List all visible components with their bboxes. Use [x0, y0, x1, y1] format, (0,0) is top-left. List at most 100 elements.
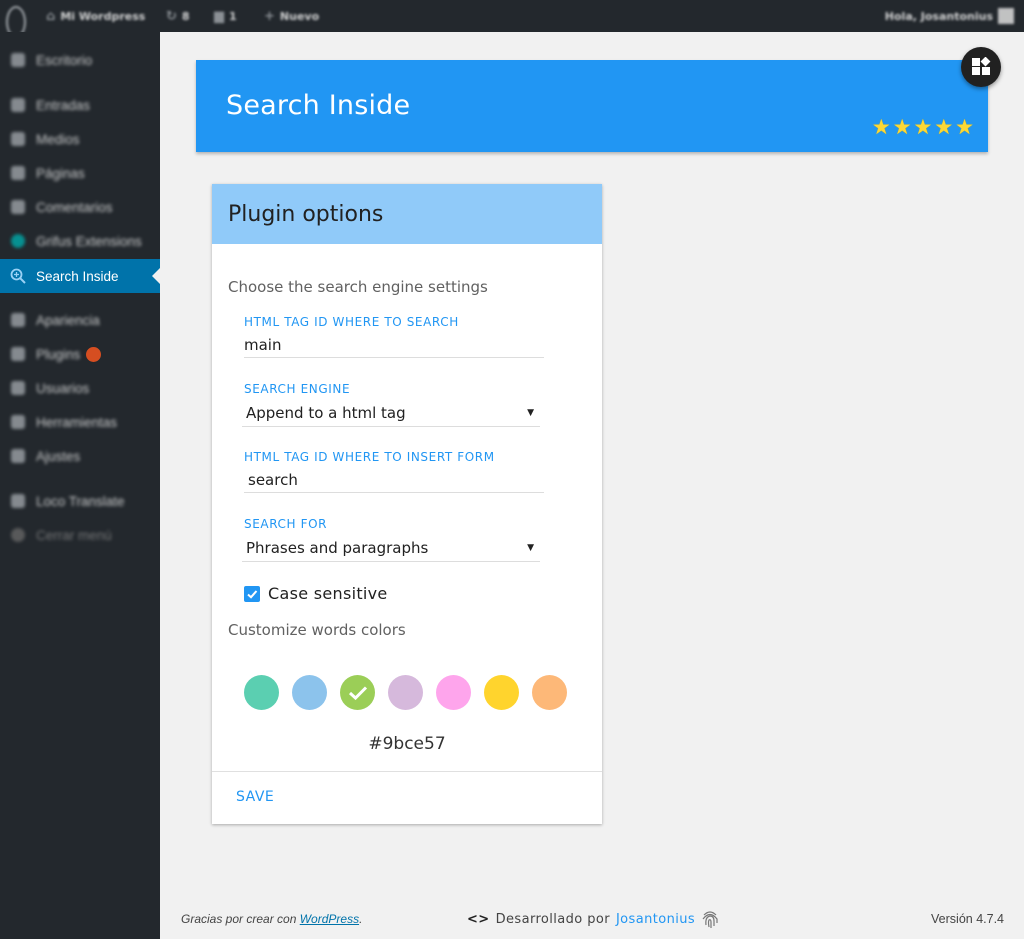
color-swatch[interactable] — [436, 675, 471, 710]
divider — [212, 771, 602, 772]
page-icon — [9, 164, 27, 182]
sidebar-item-apariencia[interactable]: Apariencia — [0, 305, 160, 335]
selected-color-hex: #9bce57 — [368, 734, 446, 754]
search-for-select[interactable]: Phrases and paragraphs ▼ — [242, 534, 540, 562]
user-icon — [9, 379, 27, 397]
card-title: Plugin options — [228, 201, 384, 227]
extensions-fab-button[interactable] — [961, 47, 1001, 87]
sidebar-item-label: Herramientas — [36, 414, 118, 430]
color-swatch[interactable] — [532, 675, 567, 710]
plugins-update-badge — [86, 346, 102, 362]
case-sensitive-label[interactable]: Case sensitive — [268, 584, 388, 603]
comments-count: 1 — [229, 9, 237, 23]
sidebar-item-label: Entradas — [36, 97, 91, 113]
sidebar-item-loco-translate[interactable]: Loco Translate — [0, 486, 160, 516]
sidebar-item-comentarios[interactable]: Comentarios — [0, 192, 160, 222]
sidebar-item-usuarios[interactable]: Usuarios — [0, 373, 160, 403]
color-swatch-selected[interactable] — [340, 675, 375, 710]
sidebar-item-label: Plugins — [36, 346, 81, 362]
sidebar-item-label: Ajustes — [36, 448, 81, 464]
search-engine-value: Append to a html tag — [246, 403, 406, 422]
color-swatches — [244, 675, 567, 710]
tag-id-form-input[interactable] — [244, 467, 544, 493]
tag-id-search-label: HTML TAG ID WHERE TO SEARCH — [244, 315, 459, 329]
star-icon: ★ — [892, 115, 912, 139]
globe-icon — [9, 232, 27, 250]
site-name: Mi Wordpress — [60, 9, 146, 23]
sidebar-item-label: Grifus Extensions — [36, 233, 142, 249]
sidebar-item-entradas[interactable]: Entradas — [0, 90, 160, 120]
sidebar-item-plugins[interactable]: Plugins — [0, 339, 160, 369]
sidebar-item-label: Páginas — [36, 165, 85, 181]
admin-bar-site[interactable]: ⌂ Mi Wordpress — [46, 0, 145, 32]
translate-icon — [9, 492, 27, 510]
sidebar-item-label: Loco Translate — [36, 493, 125, 509]
search-for-label: SEARCH FOR — [244, 517, 328, 531]
sidebar-item-medios[interactable]: Medios — [0, 124, 160, 154]
footer-version: Versión 4.7.4 — [931, 912, 1004, 926]
media-icon — [9, 130, 27, 148]
sidebar-item-label: Medios — [36, 131, 80, 147]
admin-bar: ⌂ Mi Wordpress ↻ 8 ▆ 1 + Nuevo Hola, Jos… — [0, 0, 1024, 38]
footer-credits: <> Desarrollado por Josantonius — [467, 909, 719, 929]
sidebar-item-label: Usuarios — [36, 380, 90, 396]
new-label: Nuevo — [279, 9, 320, 23]
plugin-icon — [9, 345, 27, 363]
checkmark-icon — [247, 589, 258, 599]
dropdown-arrow-icon: ▼ — [527, 542, 534, 553]
star-icon: ★ — [955, 115, 974, 139]
color-swatch[interactable] — [244, 675, 279, 710]
save-button[interactable]: SAVE — [236, 789, 274, 805]
page-title: Search Inside — [226, 90, 411, 121]
wordpress-link[interactable]: WordPress — [300, 912, 359, 926]
admin-bar-new[interactable]: + Nuevo — [264, 0, 319, 32]
greeting: Hola, Josantonius — [884, 9, 993, 23]
sidebar-item-search-inside[interactable]: Search Inside — [0, 259, 160, 293]
color-swatch[interactable] — [292, 675, 327, 710]
color-swatch[interactable] — [388, 675, 423, 710]
widgets-icon — [972, 57, 991, 75]
sidebar-collapse-menu[interactable]: Cerrar menú — [0, 520, 160, 550]
search-engine-label: SEARCH ENGINE — [244, 382, 351, 396]
settings-icon — [9, 447, 27, 465]
fingerprint-icon — [702, 911, 718, 928]
sidebar-item-escritorio[interactable]: Escritorio — [0, 45, 160, 75]
admin-sidebar: Escritorio Entradas Medios Páginas Comen… — [0, 32, 160, 939]
color-swatch[interactable] — [484, 675, 519, 710]
case-sensitive-checkbox[interactable] — [244, 585, 260, 602]
footer-thanks-end: . — [359, 912, 363, 926]
admin-bar-account[interactable]: Hola, Josantonius — [885, 0, 1014, 32]
card-header: Plugin options — [212, 184, 602, 244]
sidebar-item-label: Cerrar menú — [36, 527, 112, 543]
home-icon: ⌂ — [46, 8, 56, 24]
sidebar-item-label: Search Inside — [36, 268, 119, 284]
plugin-header: Search Inside ★ ★ ★ ★ ★ — [196, 60, 988, 152]
footer-thanks-text: Gracias por crear con — [181, 912, 300, 926]
sidebar-item-herramientas[interactable]: Herramientas — [0, 407, 160, 437]
admin-bar-comments[interactable]: ▆ 1 — [214, 0, 237, 32]
sidebar-item-label: Apariencia — [36, 312, 100, 328]
pin-icon — [9, 96, 27, 114]
rating-stars[interactable]: ★ ★ ★ ★ ★ — [872, 117, 974, 138]
star-icon: ★ — [913, 115, 933, 139]
colors-section-label: Customize words colors — [228, 621, 406, 639]
author-link[interactable]: Josantonius — [616, 912, 695, 927]
developed-by-label: Desarrollado por — [495, 911, 610, 927]
search-icon — [9, 267, 27, 285]
admin-bar-updates[interactable]: ↻ 8 — [166, 0, 190, 32]
search-for-value: Phrases and paragraphs — [246, 538, 429, 557]
plugin-options-card: Plugin options Choose the search engine … — [212, 184, 602, 824]
checkmark-icon — [348, 685, 367, 700]
tag-id-search-input[interactable] — [244, 332, 544, 358]
code-icon: <> — [467, 911, 490, 927]
sidebar-item-label: Escritorio — [36, 52, 93, 68]
comment-icon: ▆ — [214, 8, 224, 24]
brush-icon — [9, 311, 27, 329]
sidebar-item-grifus-extensions[interactable]: Grifus Extensions — [0, 226, 160, 256]
search-engine-select[interactable]: Append to a html tag ▼ — [242, 399, 540, 427]
sidebar-item-ajustes[interactable]: Ajustes — [0, 441, 160, 471]
star-icon: ★ — [871, 115, 891, 139]
collapse-icon — [9, 526, 27, 544]
sidebar-item-paginas[interactable]: Páginas — [0, 158, 160, 188]
updates-count: 8 — [181, 9, 190, 23]
